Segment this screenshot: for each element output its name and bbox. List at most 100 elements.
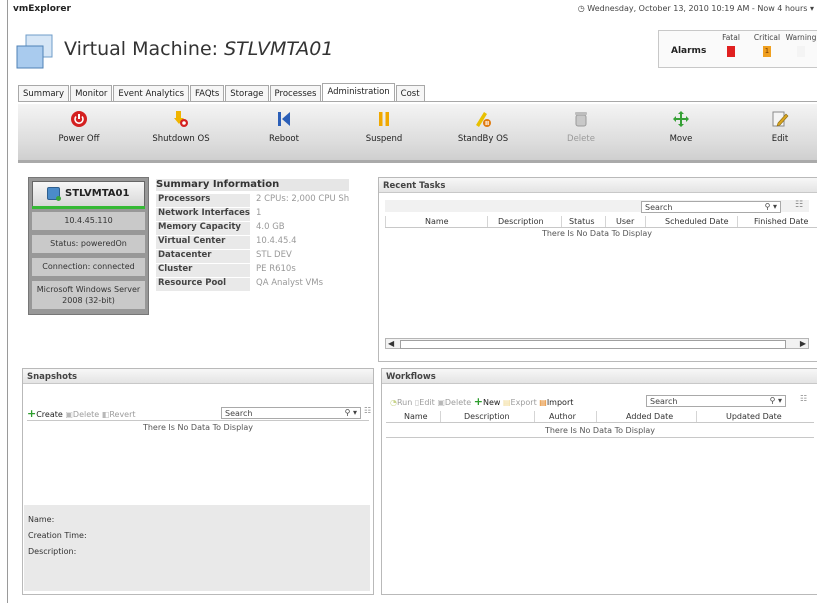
snapshots-toolbar: +Create ▣Delete ◧Revert	[27, 407, 136, 420]
delete-button[interactable]: Delete	[536, 110, 626, 144]
trash-icon	[571, 110, 591, 130]
snapshot-description-label: Description:	[28, 547, 77, 556]
reboot-icon	[274, 110, 294, 130]
workflows-panel: Workflows ◔Run ▯Edit ▣Delete +New ▤Expor…	[381, 368, 817, 595]
workflows-divider	[386, 437, 814, 438]
snapshots-panel: Snapshots +Create ▣Delete ◧Revert Search…	[22, 368, 374, 595]
column-chooser-icon[interactable]: ☷	[800, 394, 807, 403]
summary-info-title: Summary Information	[156, 179, 349, 191]
workflow-run-button[interactable]: ◔Run	[390, 398, 412, 407]
scrollbar-thumb[interactable]	[400, 340, 786, 349]
snapshot-details: Name: Creation Time: Description:	[24, 505, 370, 591]
summary-row-virtual-center: Virtual Center 10.4.45.4	[156, 236, 349, 249]
scroll-right-icon[interactable]: ▶	[800, 339, 806, 348]
vm-card-header: STLVMTA01	[32, 181, 145, 207]
snapshots-search-input[interactable]: Search ⚲ ▾	[221, 407, 361, 419]
date-range-text: Wednesday, October 13, 2010 10:19 AM - N…	[587, 4, 808, 13]
tab-divider	[18, 101, 817, 102]
alarm-critical-count: 1	[763, 46, 771, 57]
workflow-delete-button[interactable]: ▣Delete	[437, 398, 471, 407]
move-arrows-icon	[671, 110, 691, 130]
snapshots-title: Snapshots	[23, 369, 373, 384]
tab-bar: Summary Monitor Event Analytics FAQts Storag…	[18, 83, 426, 102]
snapshot-revert-button[interactable]: ◧Revert	[102, 410, 136, 419]
standby-os-button[interactable]: StandBy OS	[438, 110, 528, 144]
power-state-bar	[32, 206, 145, 209]
tab-summary[interactable]: Summary	[18, 85, 70, 102]
scroll-left-icon[interactable]: ◀	[388, 339, 394, 348]
alarm-warning-indicator	[797, 46, 805, 57]
power-off-button[interactable]: Power Off	[34, 110, 124, 144]
shutdown-icon	[171, 110, 191, 130]
alarm-critical[interactable]: Critical 1	[749, 33, 785, 57]
workflow-new-button[interactable]: +New	[473, 395, 501, 408]
tab-administration[interactable]: Administration	[322, 83, 395, 102]
trash-icon: ▣	[65, 410, 73, 419]
edit-icon	[770, 110, 790, 130]
alarms-summary[interactable]: Fatal Critical 1 Warning Alarms	[658, 30, 817, 68]
chevron-down-icon[interactable]: ▾	[810, 4, 814, 13]
tab-event-analytics[interactable]: Event Analytics	[113, 85, 190, 102]
page-title-prefix: Virtual Machine:	[64, 38, 219, 60]
vm-connection: Connection: connected	[32, 258, 145, 276]
suspend-button[interactable]: Suspend	[339, 110, 429, 144]
workflows-empty-message: There Is No Data To Display	[544, 426, 656, 435]
workflow-import-button[interactable]: ▤Import	[539, 398, 573, 407]
tab-storage[interactable]: Storage	[225, 85, 269, 102]
standby-icon	[473, 110, 493, 130]
workflows-search-input[interactable]: Search ⚲ ▾	[646, 395, 786, 407]
plus-icon: +	[473, 395, 483, 408]
reboot-button[interactable]: Reboot	[239, 110, 329, 144]
app-title: vmExplorer	[13, 4, 71, 14]
plus-icon: +	[27, 407, 37, 420]
alarm-warning[interactable]: Warning	[783, 33, 817, 57]
tab-processes[interactable]: Processes	[269, 85, 322, 102]
search-icon[interactable]: ⚲ ▾	[345, 408, 357, 417]
vm-status-card: STLVMTA01 10.4.45.110 Status: poweredOn …	[28, 177, 149, 315]
tab-monitor[interactable]: Monitor	[70, 85, 113, 102]
tab-faqts[interactable]: FAQts	[190, 85, 225, 102]
recent-tasks-column-headers: Name Description Status User Scheduled D…	[385, 216, 817, 228]
export-icon: ▤	[502, 398, 511, 407]
tab-cost[interactable]: Cost	[395, 85, 425, 102]
summary-row-processors: Processors 2 CPUs: 2,000 CPU Sha	[156, 194, 349, 207]
admin-toolbar: Power Off Shutdown OS Reboot Suspend Sta…	[18, 104, 817, 163]
summary-row-cluster: Cluster PE R610s	[156, 264, 349, 277]
snapshot-creation-time-label: Creation Time:	[28, 531, 87, 540]
page-title-vm-name: STLVMTA01	[224, 38, 334, 60]
vm-powered-on-icon	[47, 187, 61, 201]
workflows-column-headers: Name Description Author Added Date Updat…	[386, 411, 814, 423]
trash-icon: ▣	[437, 398, 445, 407]
shutdown-os-button[interactable]: Shutdown OS	[136, 110, 226, 144]
move-button[interactable]: Move	[636, 110, 726, 144]
search-icon[interactable]: ⚲ ▾	[770, 396, 782, 405]
workflows-toolbar: ◔Run ▯Edit ▣Delete +New ▤Export ▤Import	[390, 395, 573, 408]
snapshots-divider	[27, 420, 369, 421]
search-icon[interactable]: ⚲ ▾	[765, 202, 777, 211]
horizontal-scrollbar[interactable]: ◀ ▶	[385, 338, 809, 349]
edit-button[interactable]: Edit	[735, 110, 817, 144]
summary-row-datacenter: Datacenter STL DEV	[156, 250, 349, 263]
alarm-fatal[interactable]: Fatal	[713, 33, 749, 57]
summary-row-resource-pool: Resource Pool QA Analyst VMs	[156, 278, 349, 291]
alarms-label: Alarms	[671, 46, 707, 56]
clock-icon: ◷	[577, 4, 585, 13]
workflows-title: Workflows	[382, 369, 817, 384]
summary-row-network-interfaces: Network Interfaces 1	[156, 208, 349, 221]
snapshot-create-button[interactable]: +Create	[27, 407, 63, 420]
snapshot-delete-button[interactable]: ▣Delete	[65, 410, 99, 419]
column-chooser-icon[interactable]: ☷	[364, 406, 371, 415]
run-icon: ◔	[390, 398, 397, 407]
snapshot-name-label: Name:	[28, 515, 55, 524]
vm-guest-os: Microsoft Windows Server 2008 (32-bit)	[32, 281, 145, 309]
import-icon: ▤	[539, 398, 547, 407]
date-range-selector[interactable]: ◷ Wednesday, October 13, 2010 10:19 AM -…	[578, 4, 814, 13]
workflow-export-button[interactable]: ▤Export	[503, 398, 537, 407]
vm-card-name: STLVMTA01	[65, 188, 130, 199]
workflow-edit-button[interactable]: ▯Edit	[415, 398, 435, 407]
recent-tasks-search-input[interactable]: Search ⚲ ▾	[641, 201, 781, 213]
recent-tasks-panel: Recent Tasks Search ⚲ ▾ ☷ Name Descripti…	[378, 177, 817, 362]
pause-icon	[374, 110, 394, 130]
column-chooser-icon[interactable]: ☷	[795, 200, 803, 210]
recent-tasks-empty-message: There Is No Data To Display	[541, 229, 653, 238]
